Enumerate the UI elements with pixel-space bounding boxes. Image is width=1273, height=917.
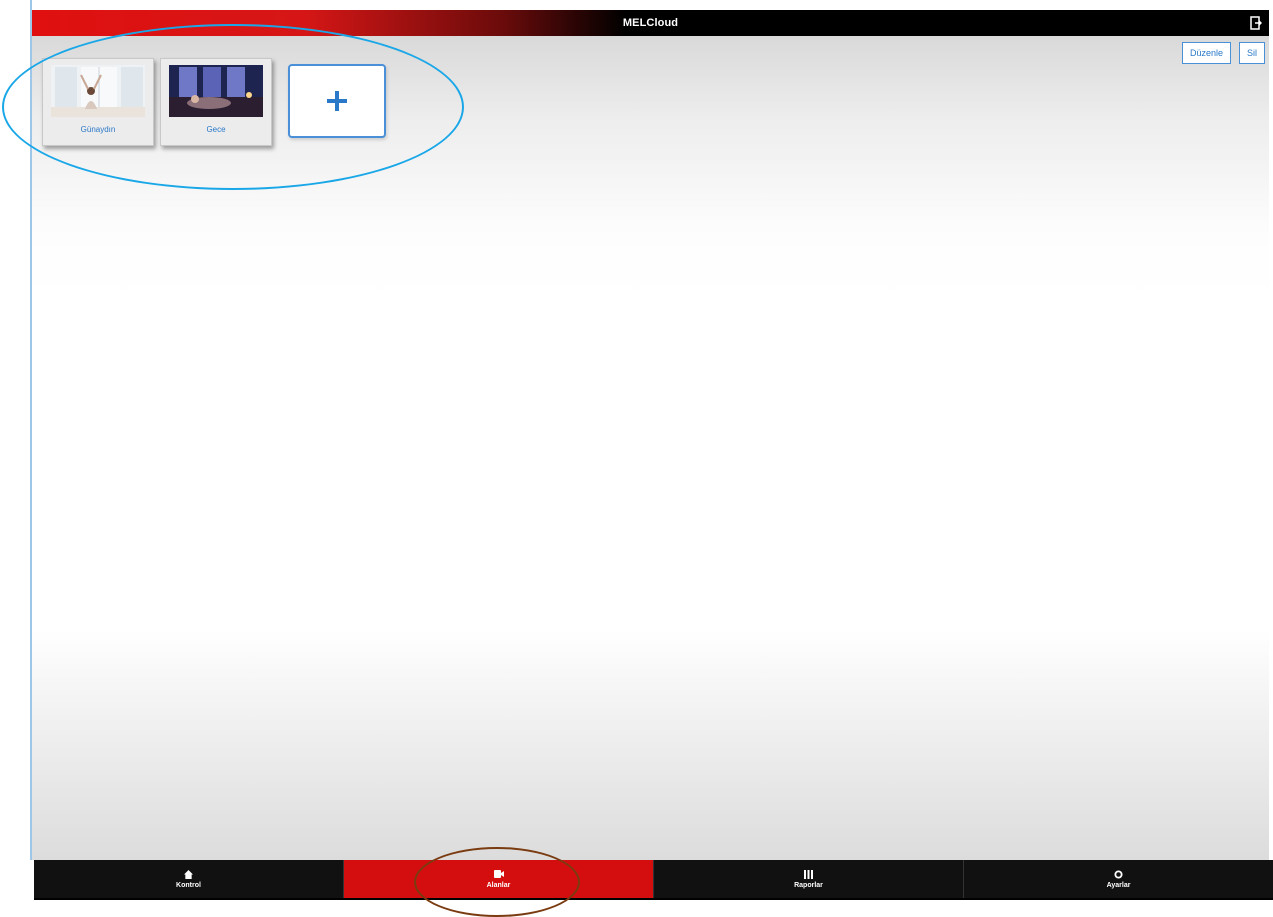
tab-ayarlar[interactable]: Ayarlar xyxy=(964,860,1273,898)
plus-icon xyxy=(327,91,347,111)
tab-kontrol[interactable]: Kontrol xyxy=(34,860,344,898)
main-content: Düzenle Sil Günaydın Gece xyxy=(32,36,1269,860)
camera-icon xyxy=(493,870,504,878)
app-title: MELCloud xyxy=(622,17,679,29)
tab-label: Ayarlar xyxy=(1106,882,1131,889)
scene-label: Gece xyxy=(206,125,226,134)
tab-label: Alanlar xyxy=(486,882,511,889)
logout-icon xyxy=(1250,16,1262,30)
edit-button[interactable]: Düzenle xyxy=(1181,42,1231,64)
bottom-edge xyxy=(34,898,1273,900)
scene-card-night[interactable]: Gece xyxy=(160,58,272,146)
tab-label: Kontrol xyxy=(176,882,201,889)
scene-label: Günaydın xyxy=(80,125,116,134)
logout-button[interactable] xyxy=(1247,14,1265,32)
grid-icon xyxy=(804,869,813,879)
app-header: MELCloud xyxy=(32,10,1269,36)
delete-button[interactable]: Sil xyxy=(1238,42,1265,64)
tab-alanlar[interactable]: Alanlar xyxy=(344,860,654,898)
tab-label: Raporlar xyxy=(794,882,823,889)
home-icon xyxy=(184,869,193,879)
add-scene-button[interactable] xyxy=(288,64,386,138)
circle-icon xyxy=(1114,869,1123,879)
top-actions: Düzenle Sil xyxy=(1181,42,1265,64)
night-photo-icon xyxy=(169,65,263,117)
scene-card-morning[interactable]: Günaydın xyxy=(42,58,154,146)
tab-raporlar[interactable]: Raporlar xyxy=(654,860,964,898)
morning-photo-icon xyxy=(51,65,145,117)
bottom-navigation: Kontrol Alanlar Raporlar Ayarlar xyxy=(34,860,1273,898)
